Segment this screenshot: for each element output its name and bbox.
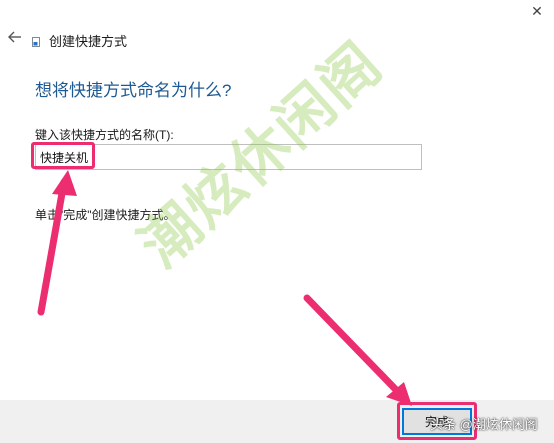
shortcut-name-label: 键入该快捷方式的名称(T): [35,128,174,142]
shortcut-icon [32,34,40,47]
annotation-arrow-up [37,170,77,316]
source-credit: 头条 @潮炫休闲阁 [430,417,538,432]
close-icon[interactable]: ✕ [526,2,548,20]
input-highlight-box [31,142,95,169]
wizard-title: 创建快捷方式 [49,34,128,49]
create-shortcut-window: ✕ 创建快捷方式 想将快捷方式命名为什么? 键入该快捷方式的名称(T): 单击"… [0,0,554,443]
instruction-text: 单击"完成"创建快捷方式。 [35,208,176,222]
page-heading: 想将快捷方式命名为什么? [35,81,232,100]
back-arrow-icon[interactable] [6,28,24,46]
annotation-arrow-down [303,294,412,406]
